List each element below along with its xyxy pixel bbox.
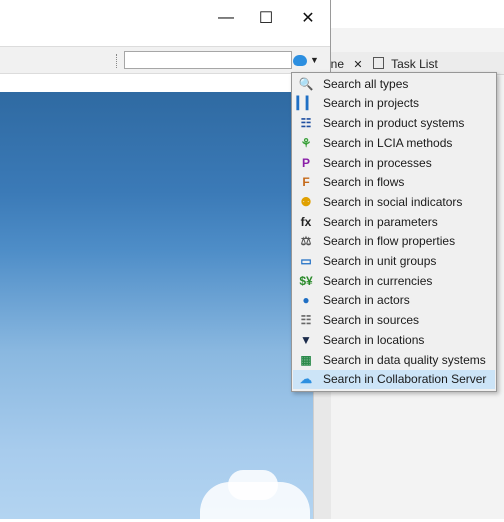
tab-task-list[interactable]: Task List bbox=[373, 56, 438, 72]
menu-item[interactable]: ⚉ Search in social indicators bbox=[293, 192, 495, 212]
flow-properties-icon: ⚖ bbox=[300, 234, 312, 249]
main-window: — ☐ ✕ ▼ bbox=[0, 0, 331, 522]
data-quality-systems-icon: ▦ bbox=[300, 352, 312, 367]
actors-icon: ● bbox=[302, 293, 310, 308]
menu-item-label: Search in flows bbox=[323, 175, 405, 190]
projects-icon: ▎▎ bbox=[296, 96, 316, 111]
menu-item[interactable]: ● Search in actors bbox=[293, 291, 495, 311]
close-icon: ✕ bbox=[301, 10, 315, 27]
maximize-icon: ☐ bbox=[258, 10, 274, 27]
title-bar: — ☐ ✕ bbox=[0, 0, 330, 38]
background-tab-partial[interactable]: ine ✕ bbox=[328, 56, 363, 72]
menu-item-label: Search in projects bbox=[323, 96, 420, 111]
menu-item-label: Search in parameters bbox=[323, 214, 438, 229]
menu-item-label: Search in social indicators bbox=[323, 194, 463, 209]
menu-item-label: Search in currencies bbox=[323, 273, 433, 288]
task-list-icon bbox=[373, 57, 384, 69]
parameters-icon: fx bbox=[300, 214, 312, 229]
search-icon: 🔍 bbox=[298, 76, 314, 91]
content-area bbox=[0, 92, 313, 519]
menu-item-label: Search in actors bbox=[323, 293, 410, 308]
menu-item[interactable]: ☁ Search in Collaboration Server bbox=[293, 369, 495, 390]
flows-icon: F bbox=[302, 175, 310, 190]
chevron-down-icon: ▼ bbox=[310, 55, 319, 65]
processes-icon: P bbox=[301, 155, 310, 170]
menu-item[interactable]: ☷ Search in sources bbox=[293, 310, 495, 330]
menu-item[interactable]: ▭ Search in unit groups bbox=[293, 251, 495, 271]
search-toolbar: ▼ bbox=[0, 46, 330, 74]
menu-item-label: Search in data quality systems bbox=[323, 352, 486, 367]
search-type-menu: 🔍 Search all types ▎▎ Search in projects ☷ Se… bbox=[291, 72, 497, 392]
menu-item[interactable]: F Search in flows bbox=[293, 173, 495, 193]
minimize-button[interactable]: — bbox=[208, 6, 244, 30]
menu-item-label: Search in locations bbox=[323, 332, 425, 347]
toolbar-grip[interactable] bbox=[116, 54, 119, 68]
menu-item[interactable]: ▼ Search in locations bbox=[293, 330, 495, 350]
sources-icon: ☷ bbox=[300, 313, 312, 328]
product-systems-icon: ☷ bbox=[300, 116, 312, 131]
currencies-icon: $¥ bbox=[299, 273, 313, 288]
menu-item-label: Search in processes bbox=[323, 155, 432, 170]
menu-item[interactable]: $¥ Search in currencies bbox=[293, 271, 495, 291]
menu-item[interactable]: fx Search in parameters bbox=[293, 212, 495, 232]
tab-task-list-label: Task List bbox=[391, 57, 438, 71]
menu-item[interactable]: ☷ Search in product systems bbox=[293, 113, 495, 133]
menu-item[interactable]: P Search in processes bbox=[293, 153, 495, 173]
minimize-icon: — bbox=[218, 9, 234, 26]
background-cloud bbox=[200, 482, 310, 522]
menu-item-label: Search in unit groups bbox=[323, 254, 437, 269]
menu-item-label: Search in LCIA methods bbox=[323, 135, 453, 150]
menu-item[interactable]: ⚖ Search in flow properties bbox=[293, 232, 495, 252]
lcia-methods-icon: ⚘ bbox=[300, 135, 312, 150]
cloud-icon bbox=[293, 54, 307, 66]
search-input[interactable] bbox=[124, 51, 292, 69]
locations-icon: ▼ bbox=[300, 332, 312, 347]
unit-groups-icon: ▭ bbox=[300, 254, 312, 269]
menu-item-label: Search in Collaboration Server bbox=[323, 372, 487, 387]
menu-item[interactable]: ▎▎ Search in projects bbox=[293, 94, 495, 114]
menu-item-label: Search in sources bbox=[323, 313, 420, 328]
close-icon[interactable]: ✕ bbox=[353, 59, 362, 71]
social-indicators-icon: ⚉ bbox=[300, 194, 312, 209]
menu-item[interactable]: ⚘ Search in LCIA methods bbox=[293, 133, 495, 153]
menu-item-label: Search all types bbox=[323, 76, 409, 91]
search-type-dropdown-button[interactable]: ▼ bbox=[293, 50, 323, 70]
menu-item-label: Search in flow properties bbox=[323, 234, 456, 249]
menu-item[interactable]: 🔍 Search all types bbox=[293, 74, 495, 94]
menu-item-label: Search in product systems bbox=[323, 116, 465, 131]
maximize-button[interactable]: ☐ bbox=[248, 6, 284, 30]
menu-item[interactable]: ▦ Search in data quality systems bbox=[293, 350, 495, 370]
close-button[interactable]: ✕ bbox=[290, 6, 326, 30]
collaboration-server-icon: ☁ bbox=[300, 372, 312, 387]
